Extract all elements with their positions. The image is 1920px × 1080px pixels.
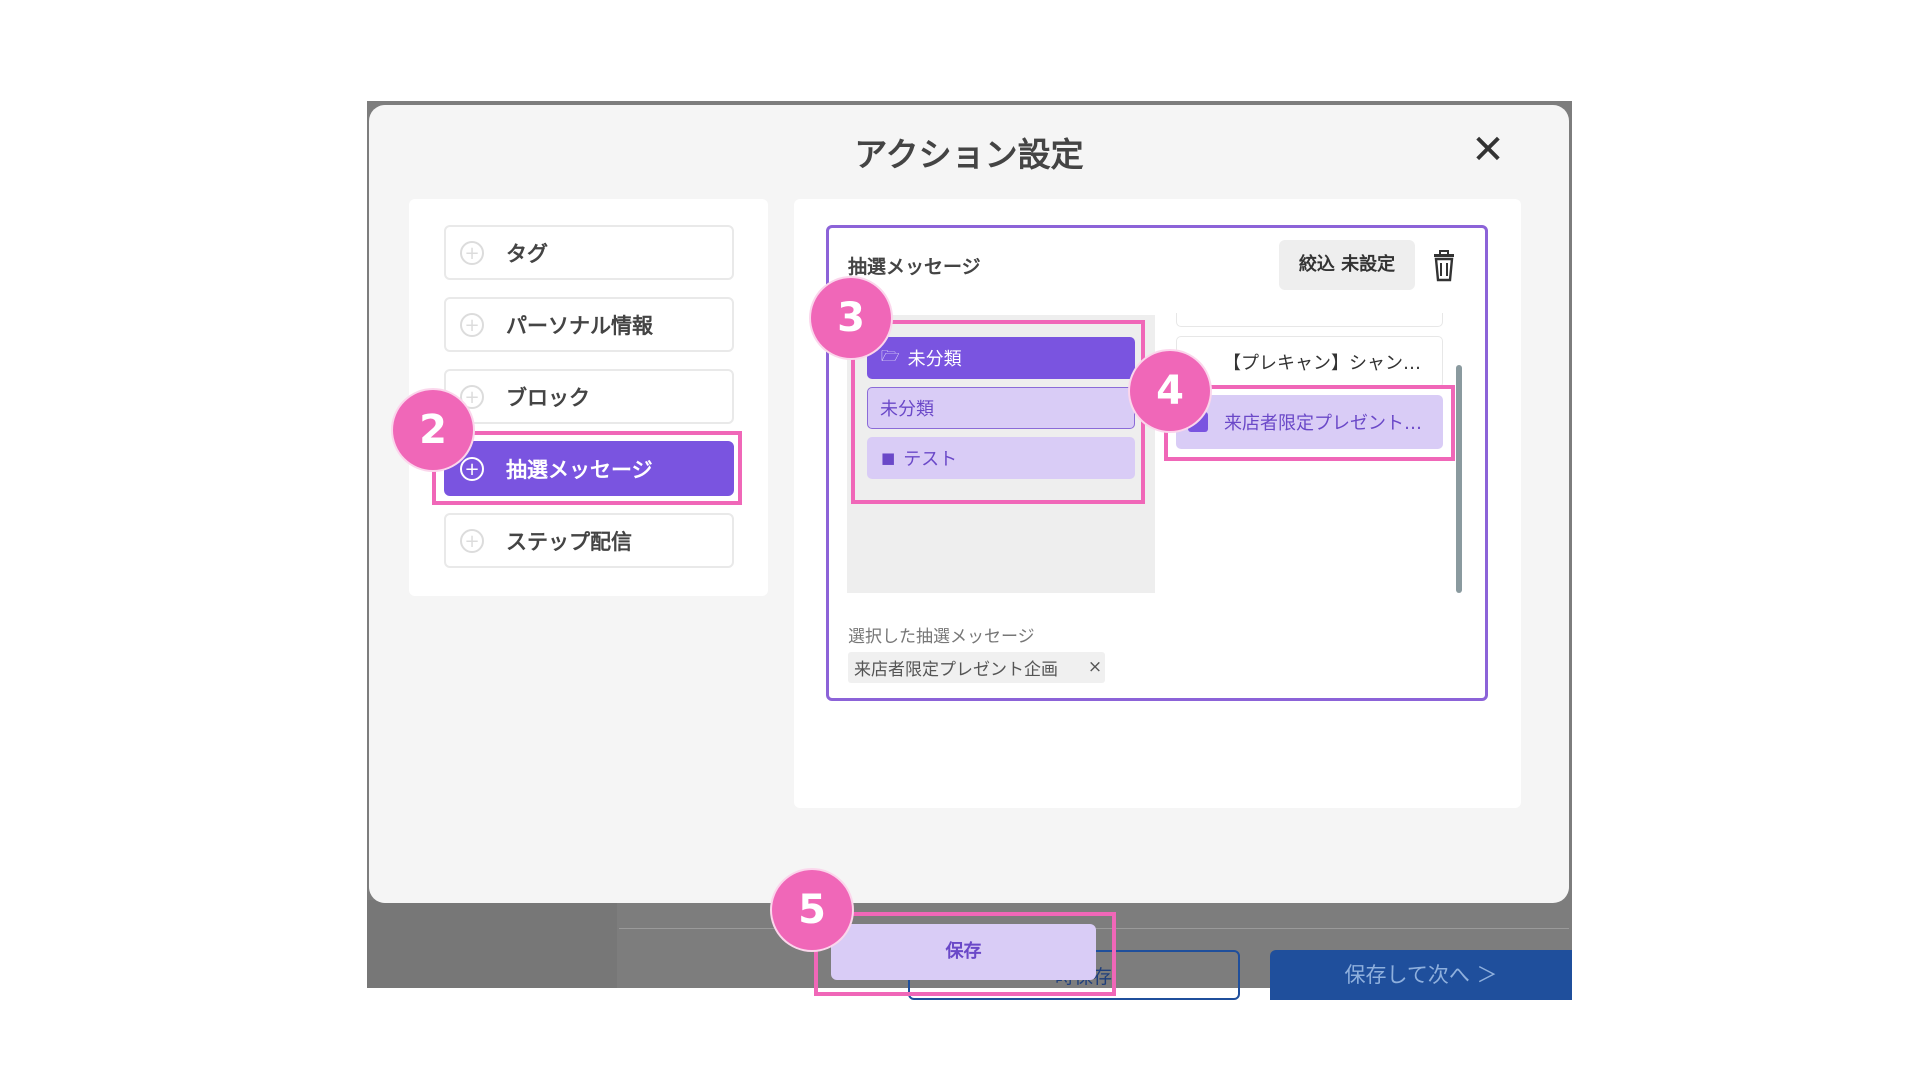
selected-message-chip: 来店者限定プレゼント企画 <box>848 652 1105 683</box>
selected-message-text: 来店者限定プレゼント企画 <box>854 660 1058 680</box>
close-icon[interactable]: ✕ <box>1466 128 1510 172</box>
selected-messages-label: 選択した抽選メッセージ <box>848 627 1035 647</box>
background-side-pane <box>367 900 617 988</box>
highlight-step-2 <box>432 431 742 505</box>
plus-circle-icon: + <box>460 528 484 553</box>
category-label: タグ <box>506 241 548 266</box>
message-label: 【プレキャン】シャン… <box>1223 353 1421 374</box>
message-item[interactable]: 【プレキャン】シャン… <box>1176 336 1443 388</box>
step-badge-4: 4 <box>1130 351 1210 431</box>
trash-icon[interactable] <box>1429 250 1459 282</box>
category-block[interactable]: + ブロック <box>444 369 734 424</box>
step-badge-3: 3 <box>811 278 891 358</box>
message-item-partial <box>1176 313 1443 327</box>
message-list-scrollbar[interactable] <box>1456 365 1462 593</box>
highlight-step-5 <box>814 912 1116 996</box>
save-next-button[interactable]: 保存して次へ ＞ <box>1270 950 1572 1000</box>
plus-circle-icon: + <box>460 240 484 265</box>
category-personal-info[interactable]: + パーソナル情報 <box>444 297 734 352</box>
category-label: ステップ配信 <box>506 529 632 554</box>
step-badge-5: 5 <box>772 870 852 950</box>
remove-icon[interactable]: × <box>1085 652 1105 683</box>
category-tag[interactable]: + タグ <box>444 225 734 280</box>
step-badge-2: 2 <box>393 390 473 470</box>
modal-title: アクション設定 <box>854 135 1084 174</box>
category-step-delivery[interactable]: + ステップ配信 <box>444 513 734 568</box>
filter-button[interactable]: 絞込 未設定 <box>1279 240 1415 290</box>
category-label: パーソナル情報 <box>506 313 653 338</box>
plus-circle-icon: + <box>460 312 484 337</box>
lottery-box-title: 抽選メッセージ <box>848 256 981 278</box>
highlight-step-3 <box>851 320 1145 504</box>
category-label: ブロック <box>506 385 590 410</box>
